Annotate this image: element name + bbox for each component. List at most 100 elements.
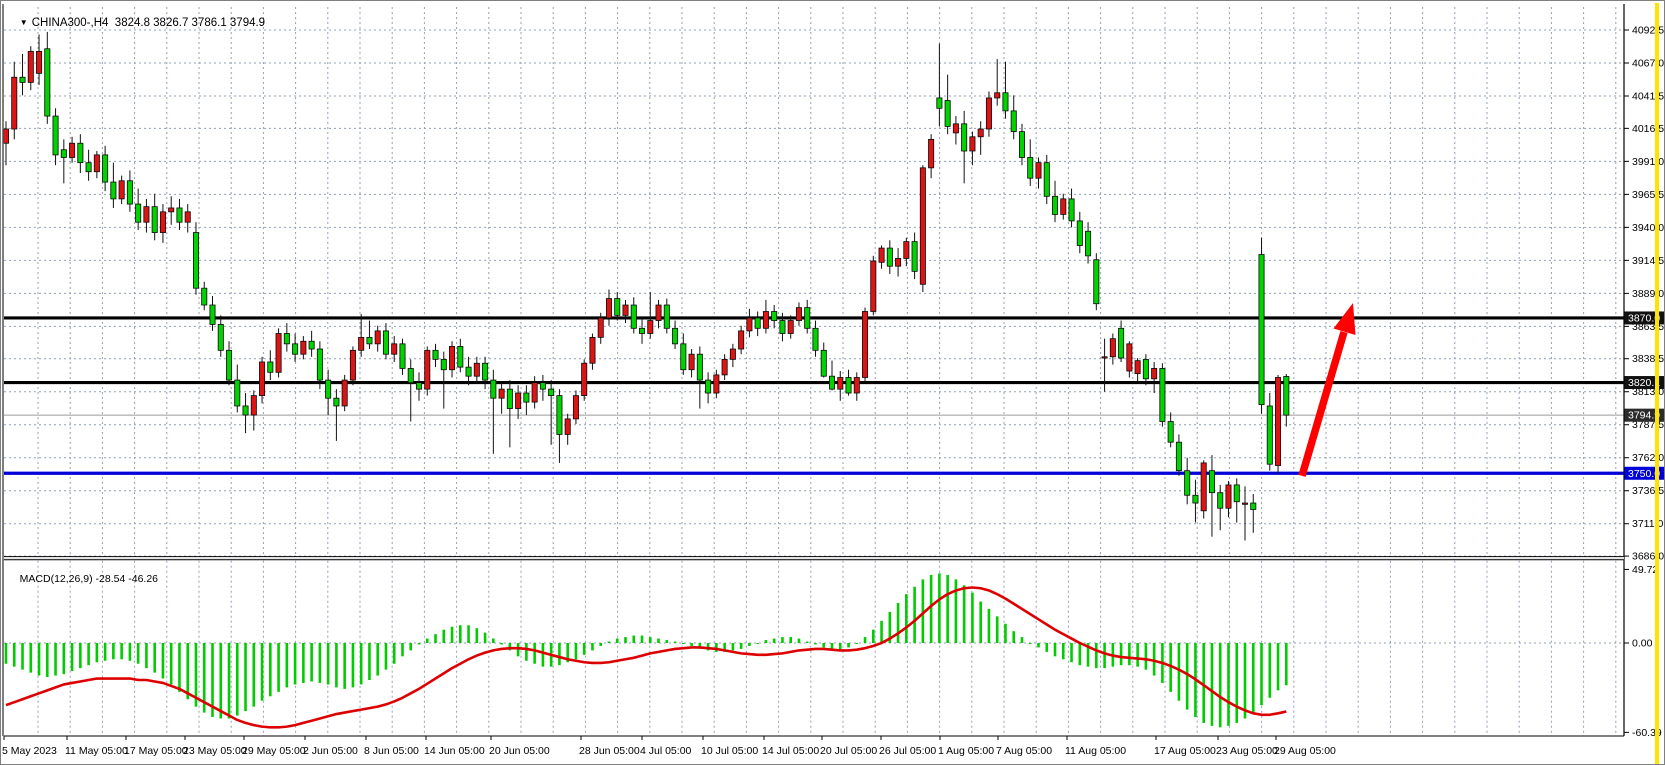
macd-tick-label: 0.00 (1632, 638, 1653, 650)
candle (235, 380, 240, 406)
macd-bar (360, 643, 363, 684)
symbol-dropdown-icon[interactable]: ▼ (20, 18, 28, 27)
macd-bar (385, 643, 388, 670)
candle (1176, 442, 1181, 470)
macd-name: MACD(12,26,9) (20, 573, 93, 585)
macd-bar (682, 643, 685, 644)
macd-bar (1244, 643, 1247, 718)
macd-bar (1120, 643, 1123, 665)
price-tick-label: 3965.5 (1632, 189, 1664, 201)
candles (3, 32, 1288, 541)
chart-title: ▼CHINA300-,H4 3824.8 3826.7 3786.1 3794.… (7, 5, 265, 41)
macd-bar (657, 639, 660, 643)
macd-bar (1012, 631, 1015, 643)
macd-bar (137, 643, 140, 664)
macd-bar (1268, 643, 1271, 698)
candle (350, 350, 355, 380)
macd-bar (1178, 643, 1181, 701)
candle (879, 248, 884, 262)
candle (317, 349, 322, 380)
candle (706, 380, 711, 393)
time-tick-label: 11 May 05:00 (65, 745, 128, 757)
axis-accent-stripe (1655, 3, 1659, 764)
candle (565, 419, 570, 435)
macd-bar (1079, 643, 1082, 665)
candle (383, 331, 388, 354)
macd-bar (368, 643, 371, 680)
candle (722, 359, 727, 375)
candle (549, 389, 554, 395)
macd-bar (352, 643, 355, 687)
candle (788, 321, 793, 334)
macd-bar (1037, 643, 1040, 647)
candle (1028, 157, 1033, 178)
candle (1110, 339, 1115, 357)
macd-bar (517, 643, 520, 656)
candle (1143, 359, 1148, 378)
macd-bar (294, 643, 297, 684)
macd-bar (1021, 637, 1024, 643)
macd-bar (575, 643, 578, 659)
time-axis[interactable]: 5 May 202311 May 05:0017 May 05:0023 May… (2, 736, 1336, 757)
candle (301, 341, 306, 354)
macd-bar (946, 575, 949, 643)
candle (127, 181, 132, 204)
price-tick-label: 3940.0 (1632, 222, 1664, 234)
price-tick-label: 3914.5 (1632, 255, 1664, 267)
macd-bar (63, 643, 66, 674)
candle (482, 363, 487, 380)
candle (210, 305, 215, 324)
macd-bar (1235, 643, 1238, 723)
candle (491, 380, 496, 398)
time-tick-label: 7 Aug 05:00 (996, 745, 1052, 757)
candle (507, 389, 512, 408)
candle (1152, 368, 1157, 378)
macd-bar (162, 643, 165, 679)
price-tick-label: 3991.0 (1632, 156, 1664, 168)
candle (615, 299, 620, 316)
macd-bar (426, 639, 429, 643)
candle (995, 93, 1000, 98)
macd-bar (46, 643, 49, 677)
macd-bar (418, 643, 421, 644)
candle (1251, 503, 1256, 509)
candle (1259, 255, 1264, 405)
macd-bar (748, 643, 751, 646)
candle (631, 305, 636, 328)
macd-bar (112, 643, 115, 659)
macd-bar (500, 643, 503, 644)
macd-bar (145, 643, 148, 668)
candle (1209, 471, 1214, 493)
macd-bar (740, 643, 743, 649)
macd-bar (129, 643, 132, 661)
candle (796, 308, 801, 321)
candle (268, 362, 273, 372)
macd-bar (1070, 643, 1073, 662)
macd-bar (170, 643, 173, 684)
macd-bar (715, 643, 718, 652)
macd-bar (302, 643, 305, 683)
candle (28, 51, 33, 82)
macd-bar (393, 643, 396, 664)
candle (871, 261, 876, 311)
macd-bar (558, 643, 561, 665)
macd-bar (1252, 643, 1255, 713)
candle (36, 51, 41, 73)
chart-canvas[interactable]: 4092.54067.04041.54016.53991.03965.53940… (1, 1, 1665, 765)
candle (441, 359, 446, 369)
arrow-shaft[interactable] (1302, 332, 1344, 476)
macd-bar (310, 643, 313, 681)
time-tick-label: 8 Jun 05:00 (364, 745, 419, 757)
macd-bar (666, 640, 669, 643)
macd-bar (261, 643, 264, 701)
candle (590, 337, 595, 363)
macd-bar (533, 643, 536, 664)
macd-bar (624, 637, 627, 643)
candle (1119, 328, 1124, 358)
macd-bar (1227, 643, 1230, 726)
trend-arrow[interactable] (1302, 303, 1356, 476)
candle (1201, 463, 1206, 511)
candle (1069, 199, 1074, 221)
macd-indicator-label: MACD(12,26,9) -28.54 -46.26 (8, 561, 158, 597)
time-tick-label: 11 Aug 05:00 (1065, 745, 1126, 757)
